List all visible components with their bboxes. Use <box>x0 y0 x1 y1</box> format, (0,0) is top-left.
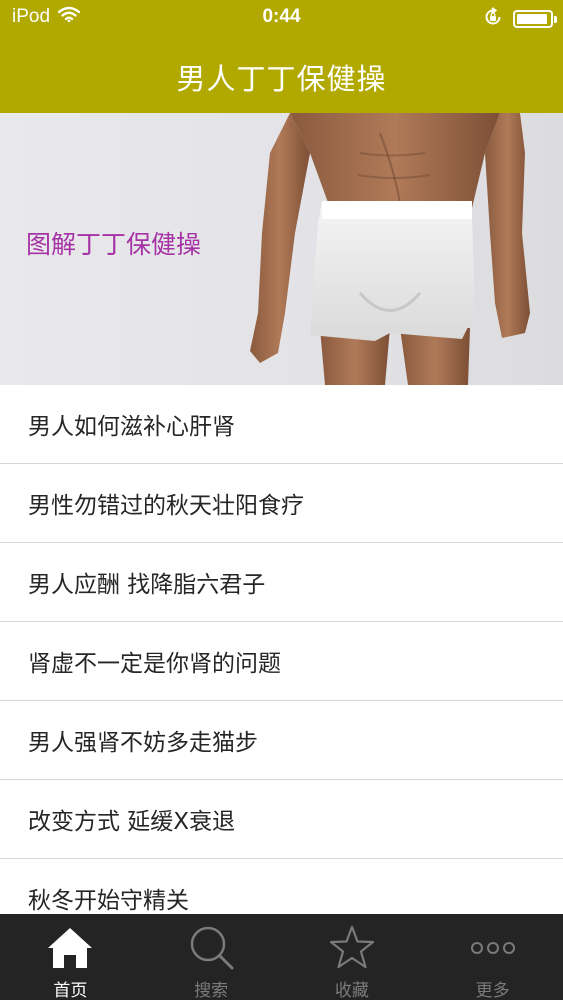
tab-label: 收藏 <box>334 981 369 1000</box>
app-screen: iPod 0:44 男人丁丁保健操 图解丁丁保健操 男人如何滋补心肝肾 男性勿错… <box>0 0 563 1000</box>
banner-figure-image <box>250 113 530 385</box>
page-title: 男人丁丁保健操 <box>176 62 387 96</box>
list-item[interactable]: 秋冬开始守精关 <box>0 859 563 915</box>
list-item[interactable]: 男人应酬 找降脂六君子 <box>0 543 563 622</box>
tab-more[interactable]: 更多 <box>422 914 563 1000</box>
banner[interactable]: 图解丁丁保健操 <box>0 113 563 385</box>
search-icon <box>190 926 234 970</box>
list-item[interactable]: 男人如何滋补心肝肾 <box>0 385 563 464</box>
tab-label: 搜索 <box>194 981 229 1000</box>
status-time: 0:44 <box>262 6 301 27</box>
star-icon <box>329 925 374 969</box>
battery-fill <box>517 14 548 24</box>
status-right <box>483 7 557 31</box>
tab-label: 更多 <box>475 981 510 1000</box>
banner-label[interactable]: 图解丁丁保健操 <box>26 225 201 261</box>
rotation-lock-icon <box>483 7 503 31</box>
list-item[interactable]: 肾虚不一定是你肾的问题 <box>0 622 563 701</box>
header: iPod 0:44 男人丁丁保健操 <box>0 0 563 113</box>
tab-label: 首页 <box>53 981 88 1000</box>
tab-home[interactable]: 首页 <box>0 914 141 1000</box>
list-item[interactable]: 男人强肾不妨多走猫步 <box>0 701 563 780</box>
tab-bar: 首页 搜索 收藏 更多 <box>0 914 563 1000</box>
tab-favorites[interactable]: 收藏 <box>282 914 423 1000</box>
battery-icon <box>513 10 557 28</box>
more-icon <box>470 942 515 954</box>
list-item[interactable]: 男性勿错过的秋天壮阳食疗 <box>0 464 563 543</box>
list-item[interactable]: 改变方式 延缓X衰退 <box>0 780 563 859</box>
article-list: 男人如何滋补心肝肾 男性勿错过的秋天壮阳食疗 男人应酬 找降脂六君子 肾虚不一定… <box>0 385 563 915</box>
tab-search[interactable]: 搜索 <box>141 914 282 1000</box>
status-bar: iPod 0:44 <box>0 0 563 36</box>
home-icon <box>48 928 93 968</box>
battery-tip <box>554 16 557 23</box>
